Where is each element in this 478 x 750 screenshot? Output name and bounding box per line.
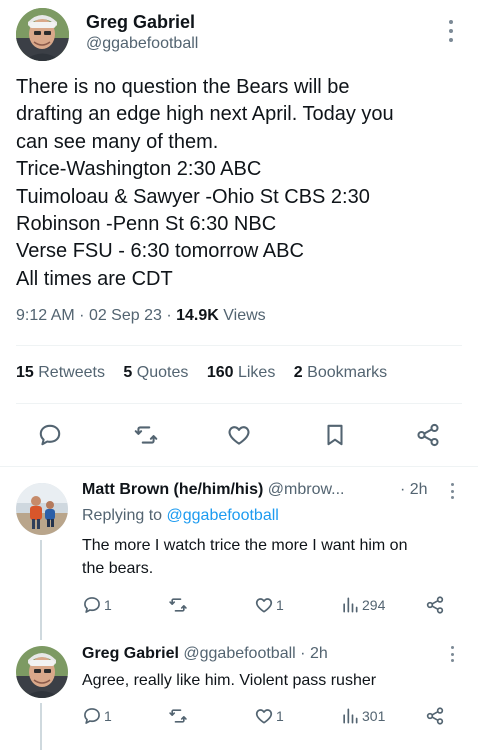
like-count: 1 bbox=[276, 708, 284, 724]
tweet-text-line: Verse FSU - 6:30 tomorrow ABC bbox=[16, 240, 304, 263]
likes-count: 160 bbox=[206, 364, 234, 381]
retweet-icon[interactable] bbox=[131, 420, 161, 450]
bookmarks-stat[interactable]: 2 Bookmarks bbox=[294, 364, 387, 381]
like-icon[interactable] bbox=[224, 420, 254, 450]
reply-author-avatar[interactable] bbox=[16, 483, 68, 535]
retweets-count: 15 bbox=[16, 364, 34, 381]
reply-text-line: the bears. bbox=[82, 560, 154, 577]
reply-author-handle[interactable]: @mbrow... bbox=[268, 481, 345, 498]
views-label: Views bbox=[223, 307, 266, 324]
thread-line bbox=[40, 540, 42, 640]
tweet-date[interactable]: 02 Sep 23 bbox=[89, 307, 162, 324]
quotes-count: 5 bbox=[123, 364, 133, 381]
retweets-stat[interactable]: 15 Retweets bbox=[16, 364, 105, 381]
like-icon bbox=[255, 598, 273, 613]
likes-stat[interactable]: 160 Likes bbox=[207, 364, 276, 381]
tweet-text: There is no question the Bears will be d… bbox=[16, 74, 466, 293]
divider bbox=[0, 466, 478, 467]
reply-icon bbox=[84, 597, 100, 613]
reply-action[interactable]: 1 bbox=[82, 594, 112, 616]
bookmarks-label: Bookmarks bbox=[307, 364, 388, 381]
tweet-meta: 9:12 AM · 02 Sep 23 · 14.9K Views bbox=[16, 307, 266, 325]
share-icon[interactable] bbox=[413, 420, 443, 450]
likes-label: Likes bbox=[237, 364, 276, 381]
like-icon bbox=[255, 709, 273, 724]
reply-action[interactable]: 1 bbox=[82, 705, 112, 727]
divider bbox=[16, 345, 462, 346]
reply-actions: 1 1 294 bbox=[82, 594, 452, 616]
view-count: 294 bbox=[362, 597, 386, 613]
views-count: 14.9K bbox=[176, 307, 219, 324]
reply-author-avatar[interactable] bbox=[16, 646, 68, 698]
reply-count: 1 bbox=[104, 597, 112, 613]
retweet-action[interactable] bbox=[168, 594, 190, 616]
views-action[interactable]: 301 bbox=[340, 705, 385, 727]
reply-timestamp: · 2h bbox=[400, 481, 428, 499]
tweet-text-line: Trice-Washington 2:30 ABC bbox=[16, 158, 262, 181]
retweet-icon bbox=[169, 598, 187, 612]
reply-header: Matt Brown (he/him/his) @mbrow... bbox=[82, 481, 344, 499]
more-options-icon[interactable] bbox=[446, 20, 456, 42]
share-icon bbox=[426, 596, 444, 614]
tweet-time[interactable]: 9:12 AM bbox=[16, 307, 75, 324]
replying-to: Replying to @ggabefootball bbox=[82, 507, 279, 525]
engagement-stats: 15 Retweets 5 Quotes 160 Likes 2 Bookmar… bbox=[16, 364, 401, 382]
bookmarks-count: 2 bbox=[293, 364, 303, 381]
separator-dot: · bbox=[166, 307, 177, 324]
tweet-text-line: Tuimoloau & Sawyer -Ohio St CBS 2:30 bbox=[16, 185, 370, 208]
more-options-icon[interactable] bbox=[447, 483, 457, 499]
tweet-text-line: Robinson -Penn St 6:30 NBC bbox=[16, 213, 277, 236]
like-action[interactable]: 1 bbox=[254, 594, 284, 616]
bookmark-icon[interactable] bbox=[320, 420, 350, 450]
author-handle[interactable]: @ggabefootball bbox=[86, 35, 198, 53]
share-icon bbox=[426, 707, 444, 725]
reply-author-name[interactable]: Greg Gabriel bbox=[82, 645, 179, 662]
views-icon bbox=[343, 708, 358, 724]
share-action[interactable] bbox=[425, 705, 447, 727]
tweet-text-line: All times are CDT bbox=[16, 267, 173, 290]
reply-icon[interactable] bbox=[35, 420, 65, 450]
reply-text: Agree, really like him. Violent pass rus… bbox=[82, 669, 462, 692]
share-action[interactable] bbox=[425, 594, 447, 616]
retweet-action[interactable] bbox=[168, 705, 190, 727]
more-options-icon[interactable] bbox=[447, 646, 457, 662]
reply-text-line: Agree, really like him. Violent pass rus… bbox=[82, 672, 377, 689]
separator-dot: · bbox=[300, 645, 306, 662]
tweet-text-line: drafting an edge high next April. Today … bbox=[16, 103, 394, 126]
reply-text: The more I watch trice the more I want h… bbox=[82, 534, 462, 580]
reply-author-name[interactable]: Matt Brown (he/him/his) bbox=[82, 481, 263, 498]
reply-actions: 1 1 301 bbox=[82, 705, 452, 727]
tweet-text-line: can see many of them. bbox=[16, 130, 219, 153]
tweet-text-line: There is no question the Bears will be bbox=[16, 76, 350, 98]
author-name[interactable]: Greg Gabriel bbox=[86, 12, 195, 33]
reply-time[interactable]: 2h bbox=[410, 481, 428, 498]
quotes-label: Quotes bbox=[136, 364, 189, 381]
thread-line bbox=[40, 703, 42, 750]
views-icon bbox=[343, 597, 358, 613]
retweet-icon bbox=[169, 709, 187, 723]
view-count: 301 bbox=[362, 708, 386, 724]
replying-to-prefix: Replying to bbox=[82, 507, 163, 524]
tweet-actions bbox=[0, 420, 478, 450]
retweets-label: Retweets bbox=[38, 364, 105, 381]
reply-icon bbox=[84, 708, 100, 724]
separator-dot: · bbox=[400, 481, 406, 498]
reply-text-line: The more I watch trice the more I want h… bbox=[82, 537, 408, 554]
like-action[interactable]: 1 bbox=[254, 705, 284, 727]
like-count: 1 bbox=[276, 597, 284, 613]
reply-header: Greg Gabriel @ggabefootball · 2h bbox=[82, 645, 328, 663]
views-action[interactable]: 294 bbox=[340, 594, 385, 616]
divider bbox=[16, 403, 462, 404]
author-avatar[interactable] bbox=[16, 8, 69, 61]
reply-author-handle[interactable]: @ggabefootball bbox=[183, 645, 295, 662]
quotes-stat[interactable]: 5 Quotes bbox=[123, 364, 188, 381]
reply-time[interactable]: 2h bbox=[310, 645, 328, 662]
replying-to-handle[interactable]: @ggabefootball bbox=[167, 507, 279, 524]
separator-dot: · bbox=[79, 307, 89, 324]
reply-count: 1 bbox=[104, 708, 112, 724]
